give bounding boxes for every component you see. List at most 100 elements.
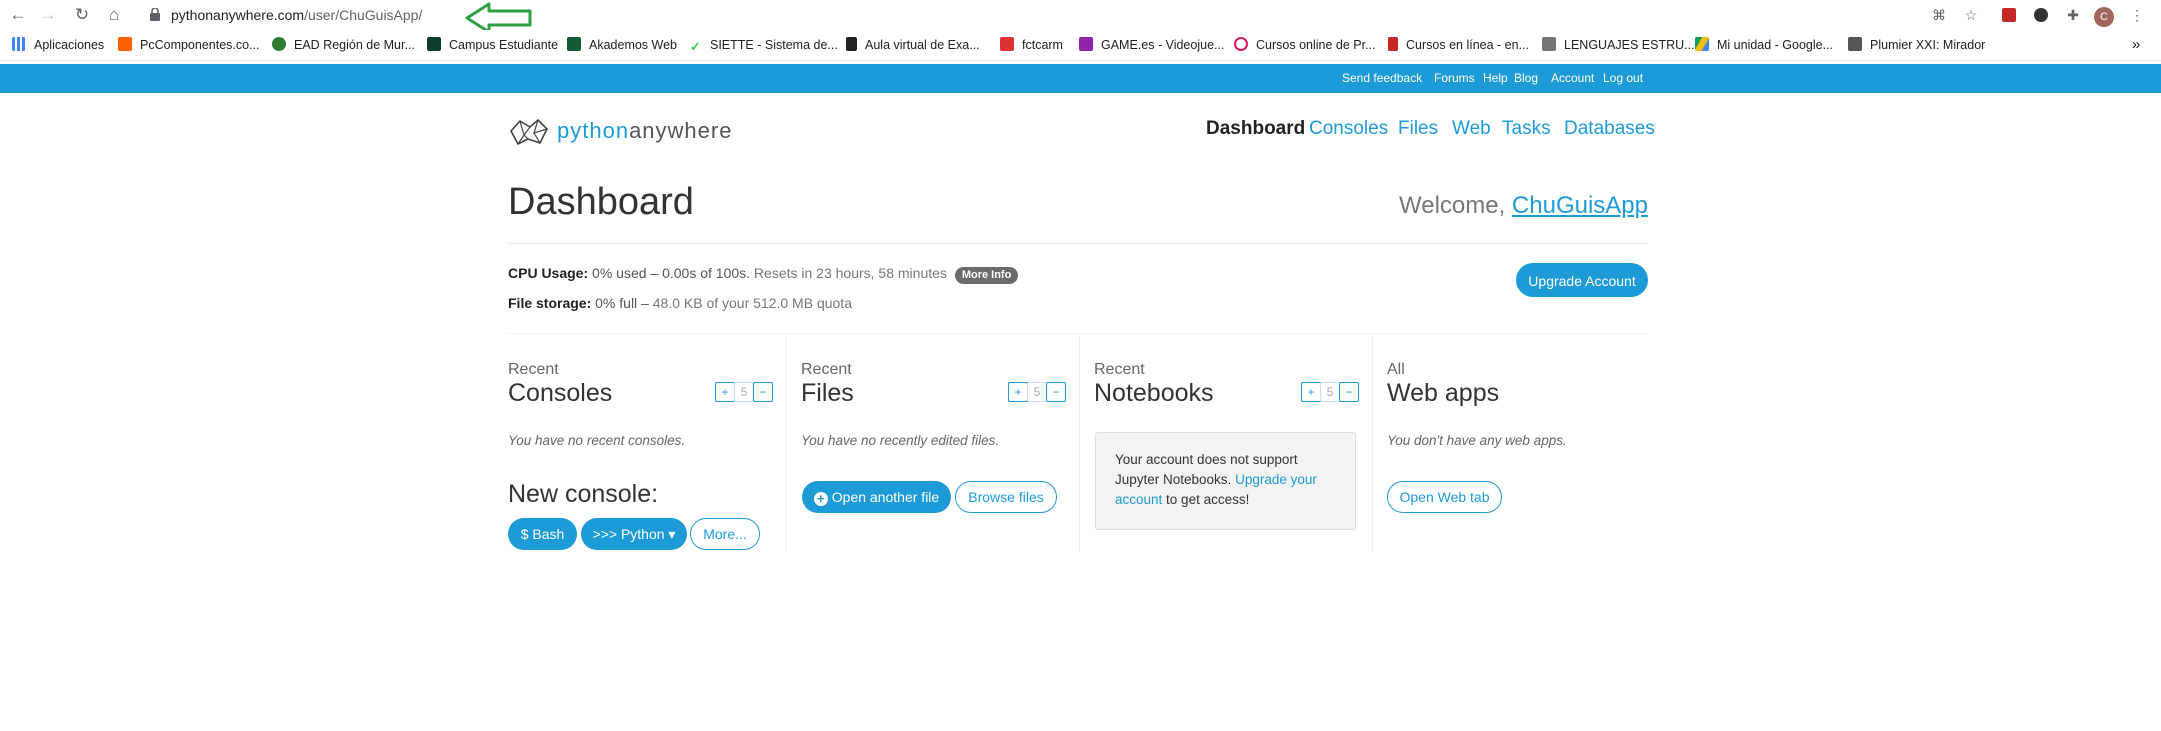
bookmark-item[interactable]: ✓ SIETTE - Sistema de... (690, 37, 838, 54)
notebooks-subheading: Recent (1094, 361, 1145, 378)
pdf-extension-icon[interactable] (1998, 4, 2020, 26)
welcome-prefix: Welcome, (1399, 192, 1512, 219)
more-info-badge[interactable]: More Info (954, 267, 1019, 284)
count-value: 5 (1027, 382, 1047, 402)
open-web-tab-button[interactable]: Open Web tab (1387, 481, 1502, 513)
no-files-message: You have no recently edited files. (801, 433, 1000, 448)
back-arrow-icon[interactable]: ← (6, 3, 30, 27)
divider (508, 243, 1648, 244)
account-link[interactable]: Account (1551, 71, 1594, 86)
no-webapps-message: You don't have any web apps. (1387, 433, 1567, 448)
home-icon[interactable]: ⌂ (102, 3, 126, 27)
forward-arrow-icon[interactable]: → (36, 3, 60, 27)
notebooks-heading: Notebooks (1094, 379, 1214, 407)
browser-menu-icon[interactable]: ⋮ (2126, 4, 2148, 26)
cursos-online-icon (1234, 37, 1248, 51)
bookmark-apps[interactable]: Aplicaciones (12, 37, 104, 53)
bookmark-item[interactable]: Cursos online de Pr... (1234, 37, 1376, 53)
help-link[interactable]: Help (1483, 71, 1508, 86)
bookmark-item[interactable]: Plumier XXI: Mirador (1848, 37, 1985, 53)
bookmark-item[interactable]: Aula virtual de Exa... (846, 37, 980, 53)
decrease-button[interactable]: − (1046, 382, 1066, 402)
no-consoles-message: You have no recent consoles. (508, 433, 686, 448)
cpu-reset-text: Resets in 23 hours, 58 minutes (753, 265, 947, 281)
checkmark-icon: ✓ (690, 40, 701, 54)
bookmark-item[interactable]: Akademos Web (567, 37, 677, 53)
file-storage-label: File storage: (508, 295, 592, 311)
upgrade-account-button[interactable]: Upgrade Account (1516, 263, 1648, 297)
nav-databases[interactable]: Databases (1564, 116, 1655, 142)
bookmark-item[interactable]: fctcarm (1000, 37, 1063, 53)
lock-icon (150, 8, 160, 21)
files-heading: Files (801, 379, 854, 407)
bookmark-label: EAD Región de Mur... (294, 38, 415, 52)
decrease-button[interactable]: − (753, 382, 773, 402)
bookmark-label: Aplicaciones (34, 38, 105, 52)
building-icon (1542, 37, 1556, 51)
webapps-subheading: All (1387, 361, 1405, 378)
w-extension-icon[interactable] (2030, 4, 2052, 26)
top-utility-bar: Send feedback Forums Help Blog Account L… (0, 64, 2161, 93)
bookmark-label: GAME.es - Videojue... (1101, 38, 1225, 52)
bookmark-item[interactable]: EAD Región de Mur... (272, 37, 415, 53)
bookmark-label: PcComponentes.co... (140, 38, 260, 52)
forums-link[interactable]: Forums (1434, 71, 1475, 86)
logo-part-python: python (557, 118, 630, 143)
browse-files-button[interactable]: Browse files (955, 481, 1057, 513)
increase-button[interactable]: + (1301, 382, 1321, 402)
address-bar[interactable]: pythonanywhere.com/user/ChuGuisApp/ (171, 6, 422, 24)
open-another-file-button[interactable]: + Open another file (802, 481, 951, 513)
bookmark-item[interactable]: Campus Estudiante (427, 37, 558, 53)
nav-dashboard[interactable]: Dashboard (1206, 116, 1305, 142)
logout-link[interactable]: Log out (1603, 71, 1643, 86)
pythonanywhere-logo-icon[interactable] (508, 117, 550, 147)
bookmark-item[interactable]: PcComponentes.co... (118, 37, 260, 53)
bookmark-item[interactable]: Cursos en línea - en... (1388, 37, 1529, 53)
count-value: 5 (1320, 382, 1340, 402)
bookmark-item[interactable]: GAME.es - Videojue... (1079, 37, 1224, 53)
bookmark-item[interactable]: LENGUAJES ESTRU... (1542, 37, 1695, 53)
username-link[interactable]: ChuGuisApp (1512, 192, 1648, 219)
nav-tasks[interactable]: Tasks (1502, 116, 1551, 142)
angular-icon (1000, 37, 1014, 51)
google-drive-icon (1695, 37, 1709, 51)
blog-link[interactable]: Blog (1514, 71, 1538, 86)
nav-web[interactable]: Web (1452, 116, 1491, 142)
bookmarks-bar: Aplicaciones PcComponentes.co... EAD Reg… (0, 30, 2161, 61)
bookmark-label: Aula virtual de Exa... (865, 38, 980, 52)
url-path: /user/ChuGuisApp/ (304, 7, 423, 23)
column-divider (1079, 336, 1080, 551)
cpu-usage: CPU Usage: 0% used – 0.00s of 100s. Rese… (508, 264, 1019, 284)
plus-circle-icon: + (813, 492, 828, 506)
reload-icon[interactable]: ↻ (70, 3, 94, 27)
increase-button[interactable]: + (1008, 382, 1028, 402)
increase-button[interactable]: + (715, 382, 735, 402)
pccomponentes-icon (118, 37, 132, 51)
logo-part-anywhere: anywhere (629, 118, 733, 143)
decrease-button[interactable]: − (1339, 382, 1359, 402)
nav-consoles[interactable]: Consoles (1309, 116, 1388, 142)
bookmarks-overflow-icon[interactable]: » (2132, 37, 2140, 53)
profile-avatar-icon[interactable]: C (2093, 4, 2115, 27)
welcome-message: Welcome, ChuGuisApp (1399, 191, 1648, 221)
cpu-usage-value: 0% used – 0.00s of 100s. (592, 265, 751, 281)
consoles-heading: Consoles (508, 379, 613, 407)
campus-icon (427, 37, 441, 51)
file-storage-detail: 48.0 KB of your 512.0 MB quota (652, 295, 852, 311)
python-console-button[interactable]: >>> Python ▾ (581, 518, 687, 550)
bookmark-label: Cursos en línea - en... (1406, 38, 1529, 52)
more-consoles-button[interactable]: More... (690, 518, 760, 550)
extensions-puzzle-icon[interactable]: ✚ (2062, 4, 2084, 26)
logo-wordmark[interactable]: pythonanywhere (557, 117, 732, 145)
translate-icon[interactable]: ⌘ (1928, 4, 1950, 26)
consoles-subheading: Recent (508, 361, 559, 378)
browser-toolbar: ← → ↻ ⌂ pythonanywhere.com/user/ChuGuisA… (0, 0, 2161, 34)
bash-console-button[interactable]: $ Bash (508, 518, 577, 550)
nav-files[interactable]: Files (1398, 116, 1438, 142)
bookmark-item[interactable]: Mi unidad - Google... (1695, 37, 1833, 53)
send-feedback-link[interactable]: Send feedback (1342, 71, 1422, 86)
akademos-icon (567, 37, 581, 51)
star-icon[interactable]: ☆ (1960, 4, 1982, 26)
new-console-heading: New console: (508, 480, 659, 508)
notebooks-unsupported-notice: Your account does not support Jupyter No… (1095, 432, 1356, 530)
